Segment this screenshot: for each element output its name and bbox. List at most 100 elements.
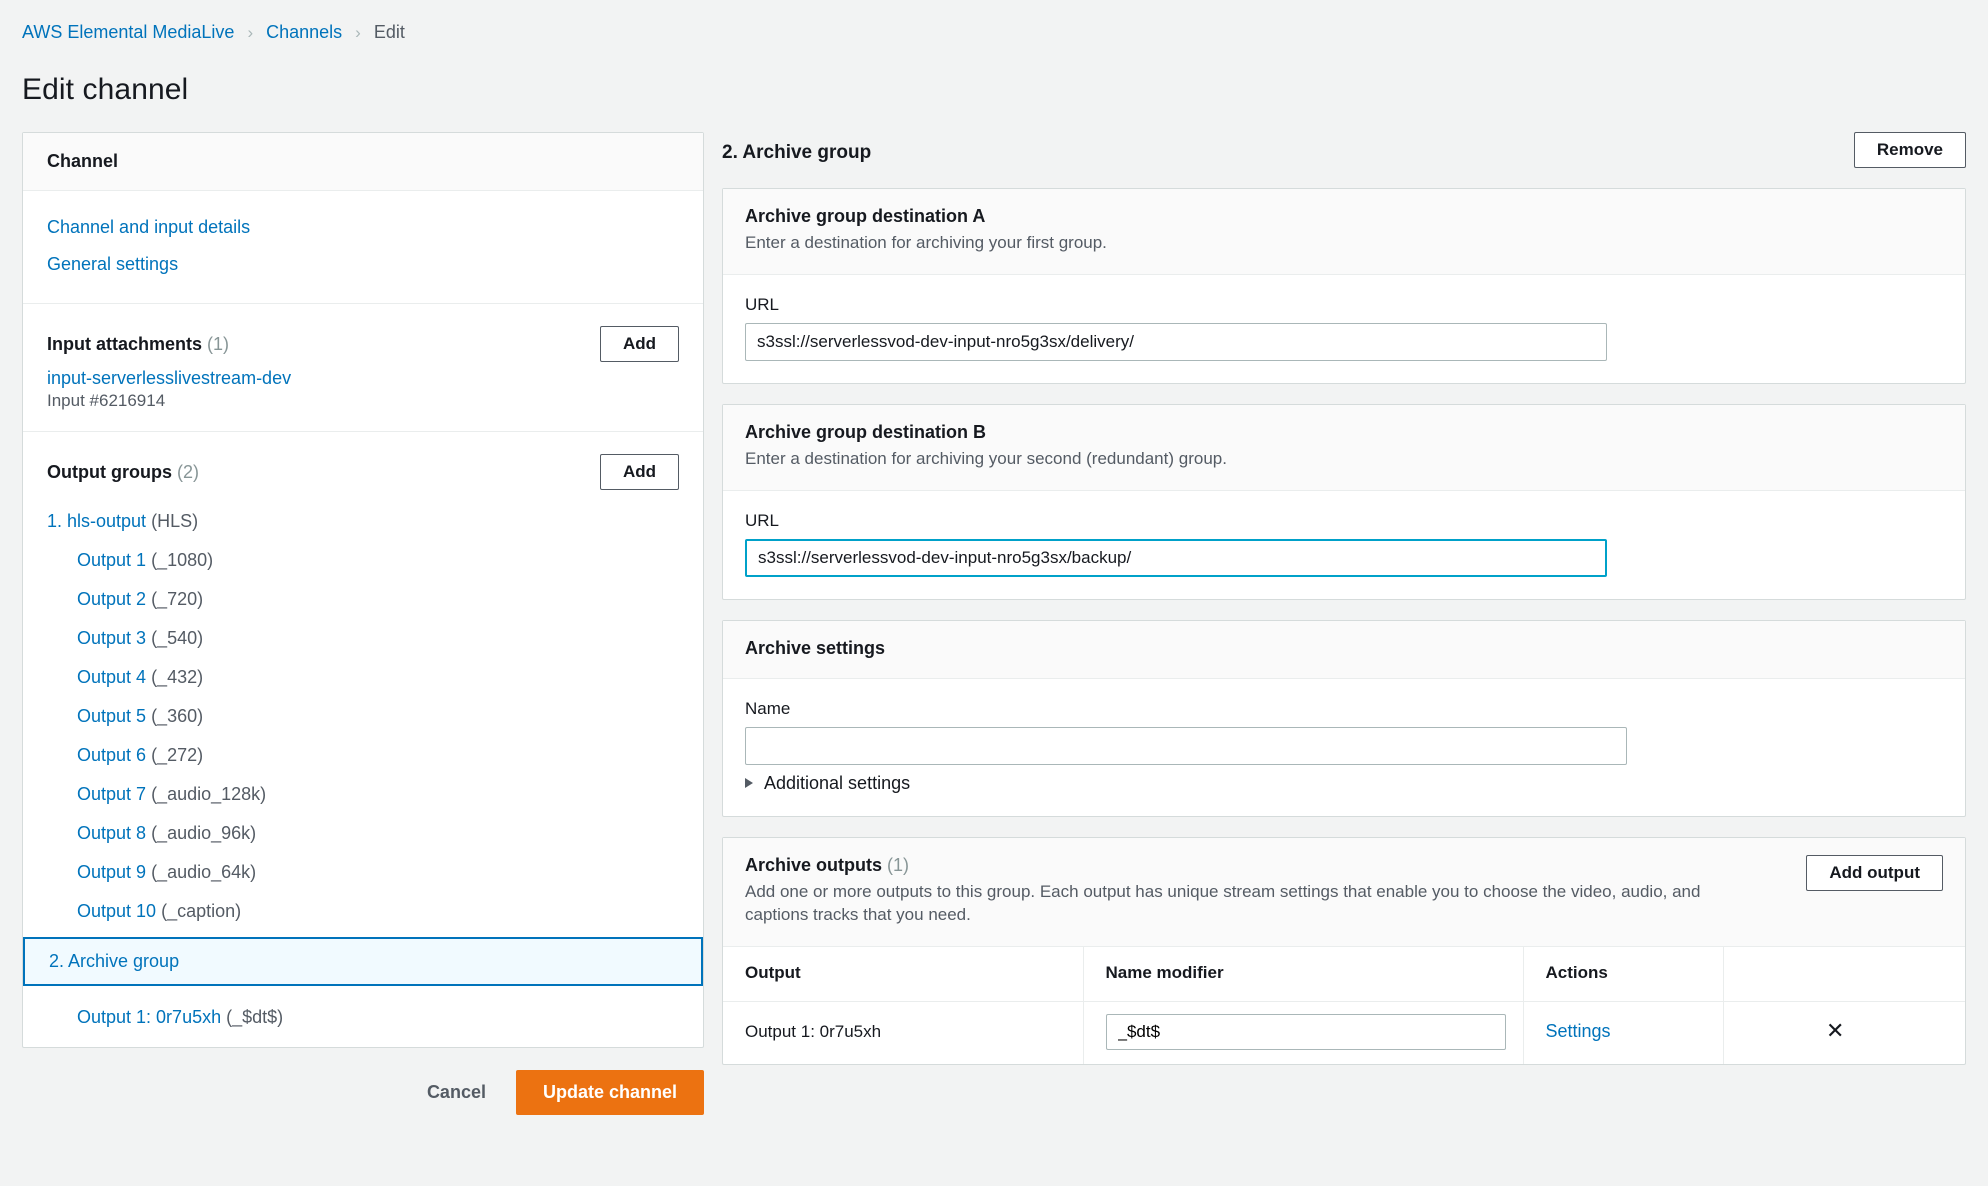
- sidebar-item-output-3[interactable]: Output 3 (_540): [47, 619, 679, 658]
- output-8-modifier: (_audio_96k): [151, 823, 257, 843]
- close-icon[interactable]: ✕: [1826, 1020, 1884, 1042]
- output-groups-header: Output groups (2) Add: [47, 450, 679, 496]
- column-header-name-modifier: Name modifier: [1082, 946, 1523, 1002]
- input-attachment-item[interactable]: input-serverlesslivestream-dev Input #62…: [47, 368, 679, 411]
- form-actions: Cancel Update channel: [22, 1048, 704, 1115]
- sidebar-item-general-settings[interactable]: General settings: [47, 246, 679, 283]
- sidebar-item-archive-output-1[interactable]: Output 1: 0r7u5xh (_$dt$): [47, 998, 679, 1037]
- name-modifier-input[interactable]: [1105, 1013, 1506, 1050]
- output-6-label: Output 6: [77, 745, 147, 765]
- sidebar-item-output-4[interactable]: Output 4 (_432): [47, 658, 679, 697]
- destination-b-header: Archive group destination B Enter a dest…: [723, 404, 1965, 491]
- archive-outputs-title: Archive outputs (1): [745, 855, 1755, 876]
- breadcrumb: AWS Elemental MediaLive › Channels › Edi…: [0, 0, 1988, 43]
- output-5-label: Output 5: [77, 706, 147, 726]
- hls-output-label: 1. hls-output: [47, 511, 147, 531]
- output-9-modifier: (_audio_64k): [151, 862, 257, 882]
- table-header-row: Output Name modifier Actions: [723, 946, 1965, 1002]
- channel-navigation-card: Channel Channel and input details Genera…: [22, 132, 704, 1048]
- input-attachment-id: Input #6216914: [47, 391, 166, 410]
- channel-sidebar: Channel Channel and input details Genera…: [22, 132, 704, 1115]
- output-group-1: 1. hls-output (HLS) Output 1 (_1080) Out…: [47, 496, 679, 931]
- input-attachment-name[interactable]: input-serverlesslivestream-dev: [47, 368, 679, 389]
- sidebar-header: Channel: [23, 133, 703, 191]
- destination-a-header: Archive group destination A Enter a dest…: [723, 189, 1965, 275]
- archive-output-1-label: Output 1: 0r7u5xh: [77, 1007, 222, 1027]
- output-8-label: Output 8: [77, 823, 147, 843]
- cell-output-name: Output 1: 0r7u5xh: [745, 1021, 882, 1041]
- output-1-modifier: (_1080): [151, 550, 214, 570]
- destination-b-url-input[interactable]: [745, 538, 1607, 577]
- archive-settings-card: Archive settings Name Additional setting…: [722, 619, 1966, 817]
- sidebar-item-output-7[interactable]: Output 7 (_audio_128k): [47, 775, 679, 814]
- breadcrumb-item-channels[interactable]: Channels: [266, 22, 342, 43]
- sidebar-item-output-2[interactable]: Output 2 (_720): [47, 580, 679, 619]
- output-groups-count: (2): [177, 461, 199, 482]
- destination-b-title: Archive group destination B: [745, 421, 987, 442]
- archive-group-panel: 2. Archive group Remove Archive group de…: [722, 132, 1966, 1085]
- destination-b-url-label: URL: [745, 510, 780, 530]
- output-2-label: Output 2: [77, 589, 147, 609]
- output-4-modifier: (_432): [151, 667, 204, 687]
- archive-group-title: 2. Archive group: [722, 142, 872, 163]
- remove-output-group-button[interactable]: Remove: [1853, 132, 1966, 168]
- additional-settings-label: Additional settings: [764, 772, 911, 793]
- archive-outputs-table-body: Output 1: 0r7u5xh Settings ✕: [723, 1001, 1965, 1064]
- output-9-label: Output 9: [77, 862, 147, 882]
- add-output-group-button[interactable]: Add: [599, 454, 679, 490]
- sidebar-item-output-6[interactable]: Output 6 (_272): [47, 736, 679, 775]
- additional-settings-expander[interactable]: Additional settings: [745, 765, 1943, 794]
- column-header-output: Output: [723, 946, 1083, 1002]
- destination-b-body: URL: [723, 491, 1965, 599]
- sidebar-item-output-10[interactable]: Output 10 (_caption): [47, 892, 679, 931]
- add-output-button[interactable]: Add output: [1806, 854, 1943, 891]
- column-header-remove: [1722, 946, 1965, 1002]
- destination-a-url-input[interactable]: [745, 322, 1607, 361]
- output-2-modifier: (_720): [151, 589, 204, 609]
- breadcrumb-separator-icon: ›: [355, 23, 361, 42]
- input-attachments-title: Input attachments (1): [47, 334, 229, 355]
- destination-a-body: URL: [723, 275, 1965, 383]
- column-header-actions: Actions: [1522, 946, 1723, 1002]
- archive-outputs-table: Output Name modifier Actions Output 1: 0…: [723, 946, 1965, 1064]
- output-5-modifier: (_360): [151, 706, 204, 726]
- archive-settings-header: Archive settings: [723, 620, 1965, 679]
- breadcrumb-item-edit: Edit: [373, 22, 405, 42]
- output-settings-link[interactable]: Settings: [1546, 1021, 1611, 1041]
- input-attachments-count: (1): [207, 333, 230, 354]
- archive-settings-title: Archive settings: [745, 637, 886, 658]
- input-attachments-label: Input attachments: [47, 333, 203, 354]
- page-title: Edit channel: [22, 73, 189, 106]
- sidebar-item-archive-group[interactable]: 2. Archive group: [23, 937, 703, 986]
- archive-group-outputs-list: Output 1: 0r7u5xh (_$dt$): [47, 986, 679, 1037]
- archive-destination-a-card: Archive group destination A Enter a dest…: [722, 188, 1966, 384]
- output-7-modifier: (_audio_128k): [151, 784, 267, 804]
- archive-name-label: Name: [745, 698, 791, 718]
- archive-output-1-modifier: (_$dt$): [226, 1007, 284, 1027]
- hls-output-type: (HLS): [151, 511, 199, 531]
- sidebar-item-output-8[interactable]: Output 8 (_audio_96k): [47, 814, 679, 853]
- output-7-label: Output 7: [77, 784, 147, 804]
- breadcrumb-item-medialive[interactable]: AWS Elemental MediaLive: [22, 22, 234, 43]
- output-4-label: Output 4: [77, 667, 147, 687]
- archive-name-input[interactable]: [745, 726, 1627, 765]
- sidebar-item-channel-and-input-details[interactable]: Channel and input details: [47, 209, 679, 246]
- cancel-button[interactable]: Cancel: [423, 1074, 490, 1111]
- update-channel-button[interactable]: Update channel: [515, 1070, 704, 1115]
- input-attachments-header: Input attachments (1) Add: [47, 322, 679, 368]
- sidebar-item-output-9[interactable]: Output 9 (_audio_64k): [47, 853, 679, 892]
- sidebar-item-output-5[interactable]: Output 5 (_360): [47, 697, 679, 736]
- sidebar-links-section: Channel and input details General settin…: [23, 191, 703, 304]
- add-input-attachment-button[interactable]: Add: [599, 326, 679, 362]
- archive-outputs-card: Archive outputs (1) Add one or more outp…: [722, 836, 1966, 1065]
- archive-settings-body: Name Additional settings: [723, 679, 1965, 816]
- output-groups-section: Output groups (2) Add 1. hls-output (HLS…: [23, 432, 703, 1047]
- archive-outputs-description: Add one or more outputs to this group. E…: [745, 881, 1701, 924]
- sidebar-item-output-1[interactable]: Output 1 (_1080): [47, 541, 679, 580]
- archive-outputs-label: Archive outputs: [745, 854, 883, 875]
- chevron-right-icon: [745, 778, 753, 789]
- archive-outputs-count: (1): [887, 854, 910, 875]
- cell-name-modifier: [1082, 1001, 1523, 1064]
- sidebar-item-hls-output[interactable]: 1. hls-output (HLS): [47, 502, 679, 541]
- output-3-modifier: (_540): [151, 628, 204, 648]
